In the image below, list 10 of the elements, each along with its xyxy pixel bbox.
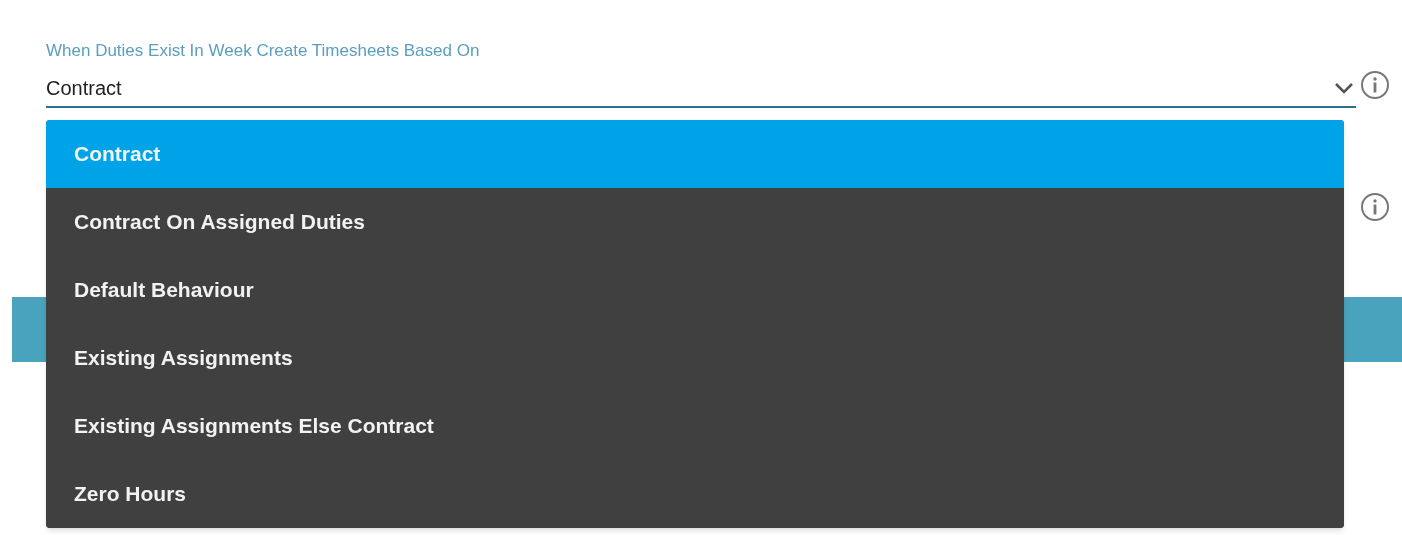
dropdown-option[interactable]: Existing Assignments Else Contract	[46, 392, 1344, 460]
info-icon[interactable]	[1360, 192, 1390, 222]
dropdown-option[interactable]: Default Behaviour	[46, 256, 1344, 324]
info-icon[interactable]	[1360, 70, 1390, 100]
dropdown-option[interactable]: Contract On Assigned Duties	[46, 188, 1344, 256]
chevron-down-icon	[1334, 82, 1354, 94]
dropdown-option[interactable]: Existing Assignments	[46, 324, 1344, 392]
field-label: When Duties Exist In Week Create Timesheets Based On	[46, 40, 480, 62]
dropdown-field[interactable]: Contract	[46, 70, 1356, 108]
dropdown-option[interactable]: Zero Hours	[46, 460, 1344, 528]
